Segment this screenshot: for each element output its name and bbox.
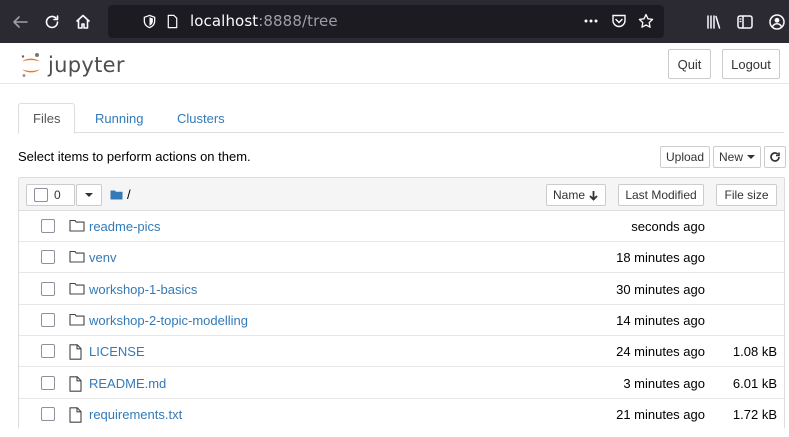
browser-toolbar: localhost:8888/tree bbox=[0, 0, 789, 43]
folder-icon bbox=[110, 190, 123, 200]
file-list-header: 0 / Name Last Modified File size bbox=[19, 178, 784, 211]
url-bar[interactable]: localhost:8888/tree bbox=[108, 5, 664, 38]
last-modified: 30 minutes ago bbox=[616, 281, 705, 297]
home-icon[interactable] bbox=[71, 10, 95, 34]
sort-by-name-button[interactable]: Name bbox=[546, 184, 606, 206]
page-icon[interactable] bbox=[164, 13, 180, 29]
selection-info-text: Select items to perform actions on them. bbox=[18, 149, 251, 164]
back-arrow-icon[interactable] bbox=[8, 10, 32, 34]
row-checkbox[interactable] bbox=[41, 312, 55, 327]
selection-dropdown-button[interactable] bbox=[76, 184, 102, 206]
table-row[interactable]: requirements.txt 21 minutes ago 1.72 kB bbox=[19, 398, 784, 430]
row-checkbox[interactable] bbox=[41, 344, 55, 359]
upload-button[interactable]: Upload bbox=[660, 146, 710, 168]
jupyter-logo-icon bbox=[21, 53, 40, 77]
selected-count: 0 bbox=[54, 188, 61, 202]
folder-icon bbox=[69, 250, 85, 265]
file-name-link[interactable]: LICENSE bbox=[89, 344, 145, 359]
folder-icon bbox=[69, 219, 85, 234]
last-modified: 3 minutes ago bbox=[623, 375, 705, 391]
last-modified: 21 minutes ago bbox=[616, 406, 705, 422]
file-icon bbox=[69, 407, 85, 423]
jupyter-logo-text: jupyter bbox=[48, 53, 125, 77]
folder-icon bbox=[69, 282, 85, 297]
jupyter-logo[interactable]: jupyter bbox=[20, 51, 125, 79]
breadcrumb[interactable]: / bbox=[110, 187, 131, 202]
row-checkbox[interactable] bbox=[41, 375, 55, 390]
row-checkbox[interactable] bbox=[41, 281, 55, 296]
sort-by-modified-button[interactable]: Last Modified bbox=[618, 184, 704, 206]
file-name-link[interactable]: workshop-1-basics bbox=[89, 282, 197, 297]
file-size: 6.01 kB bbox=[732, 375, 777, 391]
file-name-link[interactable]: requirements.txt bbox=[89, 407, 182, 422]
quit-button[interactable]: Quit bbox=[668, 49, 711, 79]
caret-down-icon bbox=[85, 193, 93, 197]
last-modified: 14 minutes ago bbox=[616, 312, 705, 328]
arrow-down-icon bbox=[589, 190, 598, 201]
new-dropdown-button[interactable]: New bbox=[713, 146, 761, 168]
folder-icon bbox=[69, 313, 85, 328]
last-modified: 24 minutes ago bbox=[616, 344, 705, 360]
last-modified: 18 minutes ago bbox=[616, 250, 705, 266]
file-name-link[interactable]: venv bbox=[89, 250, 116, 265]
table-row[interactable]: workshop-2-topic-modelling 14 minutes ago bbox=[19, 304, 784, 336]
file-list: 0 / Name Last Modified File size readme-… bbox=[18, 177, 785, 430]
more-actions-icon[interactable] bbox=[583, 13, 599, 29]
table-row[interactable]: venv 18 minutes ago bbox=[19, 242, 784, 274]
breadcrumb-root[interactable]: / bbox=[127, 187, 131, 202]
file-icon bbox=[69, 375, 85, 392]
table-row[interactable]: LICENSE 24 minutes ago 1.08 kB bbox=[19, 336, 784, 368]
select-all-checkbox[interactable] bbox=[34, 188, 48, 202]
table-row[interactable]: README.md 3 minutes ago 6.01 kB bbox=[19, 367, 784, 399]
sidebar-icon[interactable] bbox=[733, 10, 757, 34]
caret-down-icon bbox=[747, 155, 755, 159]
row-checkbox[interactable] bbox=[41, 219, 55, 233]
library-icon[interactable] bbox=[702, 10, 726, 34]
url-text: localhost:8888/tree bbox=[190, 12, 338, 30]
col-name-label: Name bbox=[552, 188, 585, 202]
table-row[interactable]: workshop-1-basics 30 minutes ago bbox=[19, 273, 784, 305]
last-modified: seconds ago bbox=[631, 219, 705, 234]
row-checkbox[interactable] bbox=[41, 406, 55, 421]
sort-by-size-button[interactable]: File size bbox=[716, 184, 777, 206]
shield-icon[interactable] bbox=[141, 13, 157, 29]
star-icon[interactable] bbox=[638, 13, 654, 29]
tab-clusters[interactable]: Clusters bbox=[163, 103, 239, 133]
select-all-checkbox-button[interactable]: 0 bbox=[26, 184, 75, 206]
file-icon bbox=[69, 344, 85, 360]
tab-running[interactable]: Running bbox=[81, 103, 157, 133]
refresh-icon bbox=[770, 152, 780, 162]
pocket-icon[interactable] bbox=[611, 13, 627, 29]
refresh-button[interactable] bbox=[764, 146, 786, 168]
reload-icon[interactable] bbox=[40, 10, 64, 34]
account-icon[interactable] bbox=[765, 10, 789, 34]
row-checkbox[interactable] bbox=[41, 250, 55, 265]
file-size: 1.72 kB bbox=[732, 406, 777, 422]
table-row[interactable]: readme-pics seconds ago bbox=[19, 211, 784, 242]
tab-files[interactable]: Files bbox=[18, 103, 76, 134]
file-name-link[interactable]: readme-pics bbox=[89, 219, 161, 234]
file-name-link[interactable]: README.md bbox=[89, 376, 166, 391]
new-button-label: New bbox=[718, 150, 743, 164]
logout-button[interactable]: Logout bbox=[722, 49, 780, 79]
file-size: 1.08 kB bbox=[732, 344, 777, 360]
file-name-link[interactable]: workshop-2-topic-modelling bbox=[89, 313, 248, 328]
